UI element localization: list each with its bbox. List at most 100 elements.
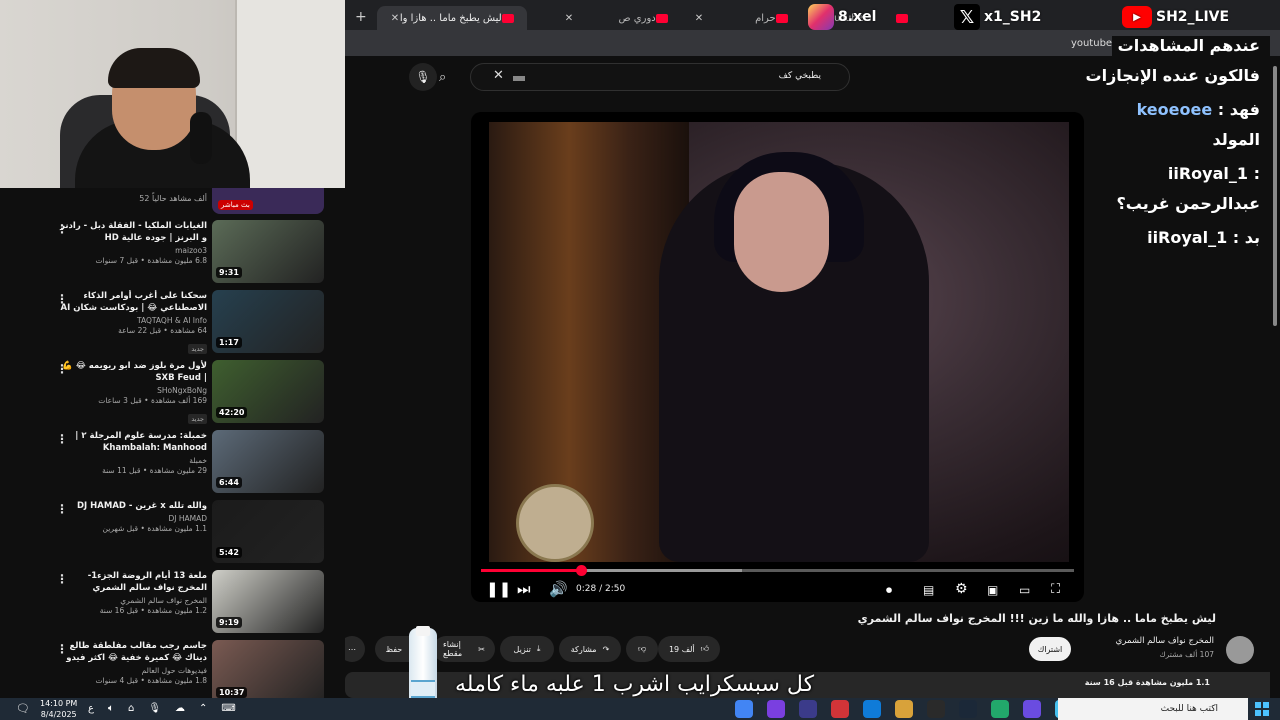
miniplayer-icon[interactable]: ▣	[987, 583, 998, 597]
video-info: لأول مرة بلوز ضد ابو ريويمه 😂 💪 | SXB Fe…	[57, 360, 207, 425]
instagram-name: 8.xel	[838, 9, 877, 25]
share-button[interactable]: مشاركة ↷	[559, 636, 621, 662]
selection-highlight	[513, 76, 525, 81]
youtube-logo-icon: ▶	[1122, 6, 1152, 28]
tab-2[interactable]: ✕ دوري ص	[551, 6, 681, 30]
chat-text: فالكون عنده الإنجازات	[1085, 66, 1261, 85]
channel-name[interactable]: المخرج نواف سالم الشمري	[57, 596, 207, 606]
recommendation-item[interactable]: ⋮ جاسم رجب مقالب مفلطقة طالع ديناك 😂 كمير…	[0, 640, 345, 698]
windows-start-icon[interactable]	[1255, 702, 1269, 716]
chat-username: iiRoyal_1	[1147, 228, 1228, 247]
language-indicator[interactable]: ع	[88, 703, 94, 714]
recommendation-item[interactable]: ⋮ لأول مرة بلوز ضد ابو ريويمه 😂 💪 | SXB F…	[0, 360, 345, 428]
video-stats: 169 ألف مشاهدة • قبل 3 ساعات	[98, 396, 207, 405]
search-icon[interactable]: ⌕	[439, 70, 446, 85]
channel-name[interactable]: فيديوهات حول العالم	[57, 666, 207, 676]
fullscreen-icon[interactable]: ⛶	[1051, 582, 1060, 597]
epic-games-icon[interactable]	[927, 700, 945, 718]
more-actions-button[interactable]: ⋯	[345, 636, 365, 662]
tab-3[interactable]: ✕ حرام	[681, 6, 801, 30]
speaker-icon[interactable]: 🔈︎	[108, 703, 114, 714]
system-tray: ع 🔈︎ ⌂ 🎙︎ ☁︎ ⌃ ⌨︎	[88, 703, 236, 714]
autoplay-toggle[interactable]: ⏺︎	[886, 583, 892, 598]
new-tab-icon[interactable]: +	[345, 9, 377, 25]
chat-username: keoeoee	[1136, 100, 1213, 119]
windows-taskbar: 🗨︎ 14:10 PM 8/4/2025 ع 🔈︎ ⌂ 🎙︎ ☁︎ ⌃ ⌨︎ ا…	[0, 698, 1280, 720]
scissors-icon: ✂	[478, 644, 485, 654]
channel-name[interactable]: TAQTAQH & AI Info	[57, 316, 207, 326]
thumbs-up-icon: 👍︎	[700, 644, 710, 653]
video-title[interactable]: ملعة 13 أيام الروضة الجزء1- المخرج نواف …	[57, 570, 207, 594]
video-title[interactable]: سحكنا على أغرب أوامر الذكاء الاصطناعي 😂 …	[57, 290, 207, 314]
page-scrollbar[interactable]	[1270, 56, 1280, 698]
recommendation-partial[interactable]: 52 ألف مشاهد حالياً بث مباشر	[0, 188, 345, 218]
copilot-icon[interactable]	[1023, 700, 1041, 718]
video-player[interactable]: ❚❚ ⏭ 🔊 0:28 / 2:50 ⏺︎ ▤ ⚙ ▣ ▭ ⛶	[471, 112, 1084, 602]
video-title[interactable]: والله تلله x غرين - DJ HAMAD	[57, 500, 207, 512]
subscribe-button[interactable]: اشتراك	[1029, 637, 1071, 661]
tab-active[interactable]: ✕ ليش يطبخ ماما .. هازا والله ما	[376, 6, 527, 30]
webcam-background-door	[235, 0, 345, 188]
recommendation-item[interactable]: ⋮ خمبلة: مدرسة علوم المرجلة ٢ | Khambalah…	[0, 430, 345, 498]
channel-avatar[interactable]	[1226, 636, 1254, 664]
tab-label: ليش يطبخ ماما .. هازا والله ما	[399, 12, 502, 24]
close-icon[interactable]: ✕	[391, 13, 399, 24]
video-title[interactable]: الغيابات الملكيا - الفقلة دبل - رادنر و …	[57, 220, 207, 244]
close-icon[interactable]: ✕	[695, 13, 703, 24]
steam-icon[interactable]	[959, 700, 977, 718]
search-input[interactable]: يطبخي كف	[779, 71, 821, 81]
network-icon[interactable]: ⌂	[128, 703, 134, 714]
recommendation-item[interactable]: ⋮ ملعة 13 أيام الروضة الجزء1- المخرج نواف…	[0, 570, 345, 638]
pause-button[interactable]: ❚❚	[486, 580, 511, 598]
clip-label: إنشاء مقطع	[443, 640, 463, 658]
app-icon[interactable]	[831, 700, 849, 718]
next-button[interactable]: ⏭	[517, 580, 531, 598]
progress-bar[interactable]	[481, 565, 1074, 576]
recommendation-item[interactable]: ⋮ سحكنا على أغرب أوامر الذكاء الاصطناعي 😂…	[0, 290, 345, 358]
theater-mode-icon[interactable]: ▭	[1019, 583, 1030, 597]
like-button[interactable]: 19 ألف 👍︎	[658, 636, 720, 662]
scrollbar-thumb[interactable]	[1273, 66, 1277, 326]
channel-name[interactable]: SHoNgxBoNg	[57, 386, 207, 396]
video-frame[interactable]	[489, 122, 1069, 562]
taskbar-search-input[interactable]: اكتب هنا للبحث	[1058, 698, 1248, 720]
channel-name[interactable]: DJ HAMAD	[57, 514, 207, 524]
file-explorer-icon[interactable]	[895, 700, 913, 718]
app-icon[interactable]	[799, 700, 817, 718]
video-title[interactable]: لأول مرة بلوز ضد ابو ريويمه 😂 💪 | SXB Fe…	[57, 360, 207, 384]
chevron-up-icon[interactable]: ⌃	[199, 703, 207, 714]
download-button[interactable]: تنزيل ⤓	[500, 636, 554, 662]
edge-app-icon[interactable]	[863, 700, 881, 718]
microphone-tray-icon[interactable]: 🎙︎	[148, 703, 161, 714]
app-icon[interactable]	[767, 700, 785, 718]
stream-chat-overlay: عندهم المشاهدات فالكون عنده الإنجازات فه…	[1086, 36, 1270, 258]
channel-name[interactable]: خمبلة	[57, 456, 207, 466]
current-time: 0:28	[576, 584, 597, 594]
x-handle: 𝕏 x1_SH2	[954, 2, 1041, 32]
recommendation-item[interactable]: ⋮ الغيابات الملكيا - الفقلة دبل - رادنر و…	[0, 220, 345, 288]
cloud-icon[interactable]: ☁︎	[175, 703, 185, 714]
channel-name[interactable]: maizoo3	[57, 246, 207, 256]
clip-button[interactable]: إنشاء مقطع ✂	[433, 636, 495, 662]
captions-icon[interactable]: ▤	[923, 583, 934, 597]
dislike-button[interactable]: 👎︎	[626, 636, 658, 662]
taskbar-clock[interactable]: 14:10 PM 8/4/2025	[40, 698, 77, 720]
youtube-favicon-icon	[895, 13, 908, 23]
settings-gear-icon[interactable]: ⚙	[955, 581, 968, 597]
keyboard-icon[interactable]: ⌨︎	[221, 703, 235, 714]
notification-icon[interactable]: 🗨︎	[16, 702, 30, 715]
video-stats: 52 ألف مشاهد حالياً	[139, 194, 207, 203]
video-title[interactable]: خمبلة: مدرسة علوم المرجلة ٢ | Khambalah:…	[57, 430, 207, 454]
search-box[interactable]: ⌕ ✕ يطبخي كف	[439, 63, 850, 91]
recommendation-item[interactable]: ⋮ والله تلله x غرين - DJ HAMAD DJ HAMAD 1.1…	[0, 500, 345, 568]
chat-text: المولد	[1212, 130, 1261, 149]
chat-username: iiRoyal_1	[1167, 164, 1249, 183]
volume-icon[interactable]: 🔊	[549, 580, 568, 598]
play-store-icon[interactable]	[991, 700, 1009, 718]
video-title[interactable]: جاسم رجب مقالب مفلطقة طالع ديناك 😂 كميرة…	[57, 640, 207, 664]
chrome-app-icon[interactable]	[735, 700, 753, 718]
clear-search-icon[interactable]: ✕	[493, 68, 504, 83]
voice-search-button[interactable]: 🎙	[409, 63, 437, 91]
close-icon[interactable]: ✕	[565, 13, 573, 24]
scrubber-handle[interactable]	[575, 565, 587, 576]
